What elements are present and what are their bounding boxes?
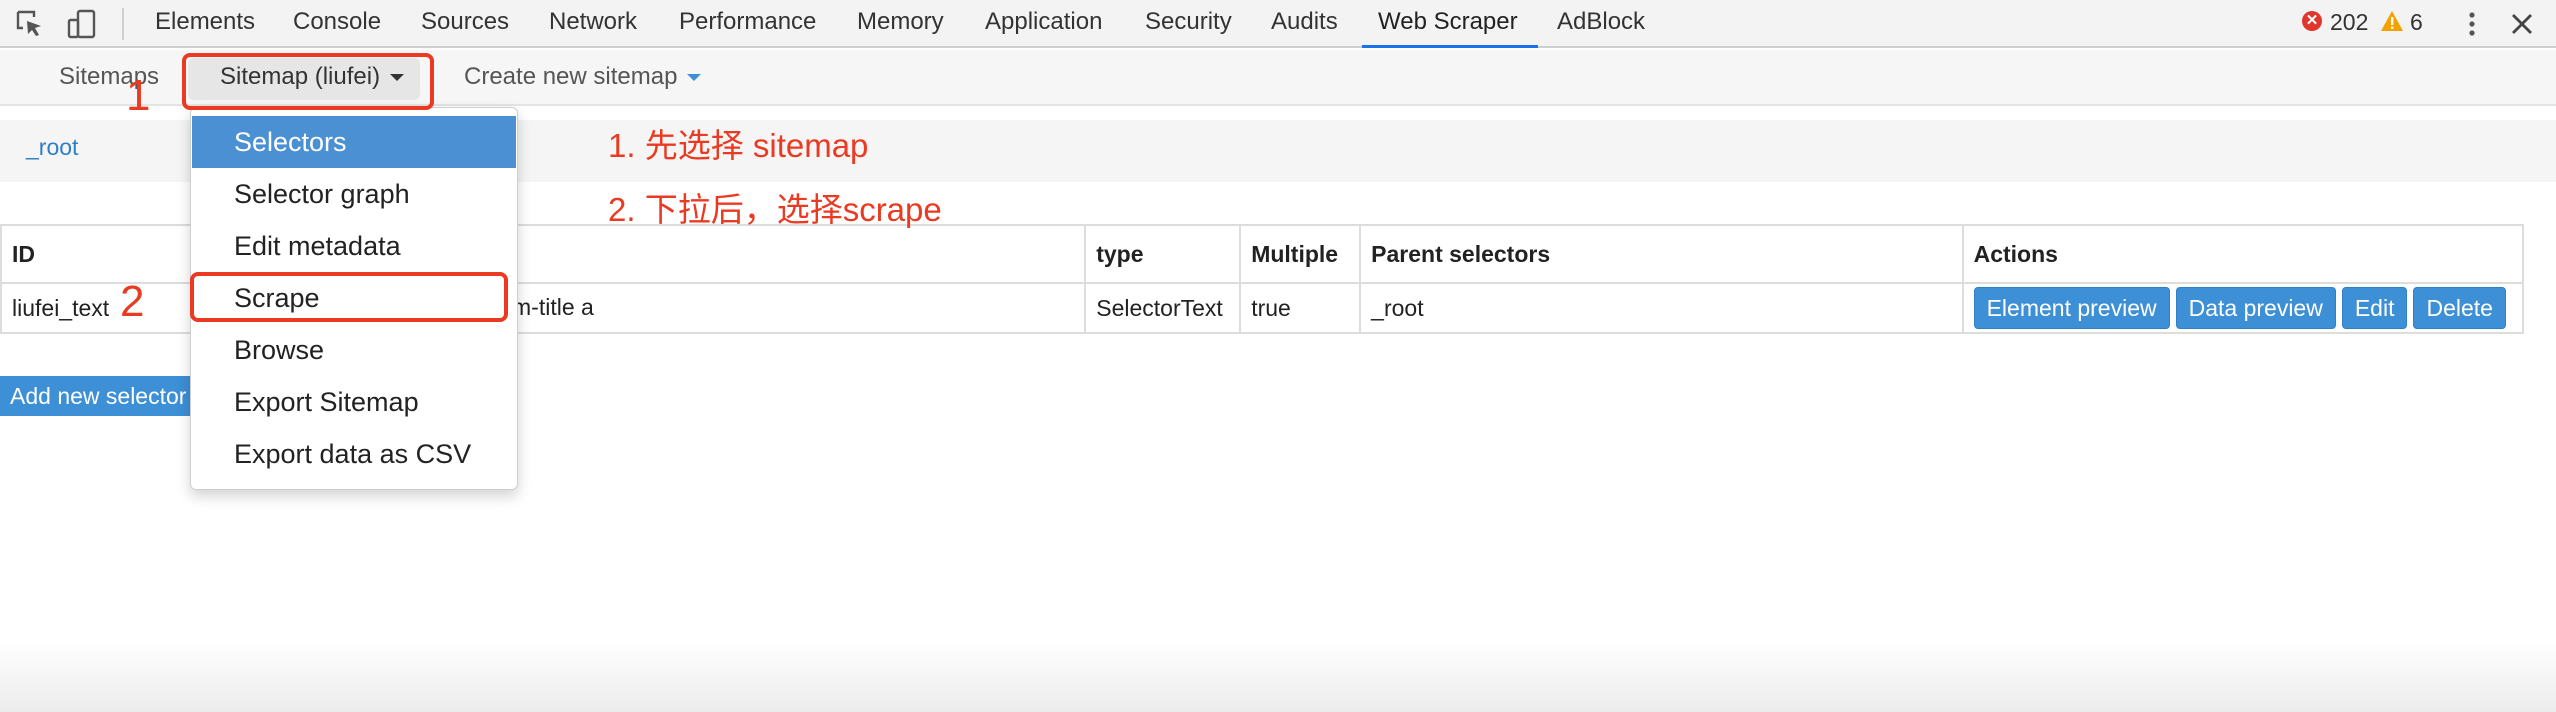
annotation-step2-text: 2. 下拉后，选择scrape bbox=[608, 191, 942, 228]
column-header-multiple: Multiple bbox=[1239, 224, 1362, 284]
annotation-step1-text: 1. 先选择 sitemap bbox=[608, 127, 869, 164]
menu-item-selector-graph[interactable]: Selector graph bbox=[192, 168, 516, 220]
cell-multiple: true bbox=[1239, 282, 1362, 334]
tab-security[interactable]: Security bbox=[1145, 0, 1232, 48]
menu-item-edit-metadata[interactable]: Edit metadata bbox=[192, 220, 516, 272]
menu-item-export-sitemap[interactable]: Export Sitemap bbox=[192, 376, 516, 428]
cell-actions: Element preview Data preview Edit Delete bbox=[1961, 282, 2525, 334]
tab-audits[interactable]: Audits bbox=[1271, 0, 1338, 48]
cell-selector: m-title a bbox=[512, 294, 594, 320]
element-preview-button[interactable]: Element preview bbox=[1973, 287, 2170, 329]
kebab-menu-icon[interactable] bbox=[2466, 8, 2478, 40]
menu-item-selectors[interactable]: Selectors bbox=[192, 116, 516, 168]
menu-item-browse[interactable]: Browse bbox=[192, 324, 516, 376]
tab-performance[interactable]: Performance bbox=[679, 0, 816, 48]
annotation-step1-number: 1 bbox=[126, 71, 151, 120]
annotation-highlight-sitemap bbox=[182, 53, 434, 110]
warning-icon[interactable] bbox=[2380, 9, 2404, 33]
error-count[interactable]: 202 bbox=[2330, 0, 2368, 48]
nav-create-sitemap[interactable]: Create new sitemap bbox=[464, 50, 702, 104]
cell-type: SelectorText bbox=[1084, 282, 1242, 334]
column-header-parent-selectors: Parent selectors bbox=[1359, 224, 1964, 284]
bottom-fade bbox=[0, 640, 2556, 712]
cell-parent: _root bbox=[1359, 282, 1964, 334]
column-header-type: type bbox=[1084, 224, 1242, 284]
tab-memory[interactable]: Memory bbox=[857, 0, 944, 48]
nav-create-label: Create new sitemap bbox=[464, 63, 678, 90]
breadcrumb-root-link[interactable]: _root bbox=[26, 134, 78, 161]
device-toggle-icon[interactable] bbox=[66, 8, 98, 40]
column-header-id: ID bbox=[0, 224, 1087, 284]
data-preview-button[interactable]: Data preview bbox=[2175, 287, 2336, 329]
tab-web-scraper[interactable]: Web Scraper bbox=[1362, 0, 1538, 48]
annotation-step2-number: 2 bbox=[120, 277, 145, 326]
tab-console[interactable]: Console bbox=[293, 0, 381, 48]
tab-elements[interactable]: Elements bbox=[155, 0, 255, 48]
annotation-highlight-scrape bbox=[190, 272, 508, 322]
cell-id-selector: liufei_text m-title a bbox=[0, 282, 1087, 334]
menu-item-export-csv[interactable]: Export data as CSV bbox=[192, 428, 516, 480]
tab-application[interactable]: Application bbox=[985, 0, 1102, 48]
delete-button[interactable]: Delete bbox=[2413, 287, 2506, 329]
tab-sources[interactable]: Sources bbox=[421, 0, 509, 48]
chevron-down-icon bbox=[687, 74, 702, 82]
close-icon[interactable] bbox=[2508, 10, 2536, 38]
add-new-selector-button[interactable]: Add new selector bbox=[0, 376, 200, 416]
error-icon[interactable]: ✕ bbox=[2302, 11, 2322, 31]
devtools-toolbar: Elements Console Sources Network Perform… bbox=[0, 0, 2556, 48]
tab-adblock[interactable]: AdBlock bbox=[1557, 0, 1645, 48]
tab-network[interactable]: Network bbox=[549, 0, 637, 48]
warning-count[interactable]: 6 bbox=[2410, 0, 2423, 48]
column-header-actions: Actions bbox=[1961, 224, 2525, 284]
inspect-element-icon[interactable] bbox=[14, 8, 46, 40]
cell-id: liufei_text bbox=[12, 294, 110, 321]
edit-button[interactable]: Edit bbox=[2341, 287, 2408, 329]
toolbar-separator bbox=[122, 8, 124, 40]
